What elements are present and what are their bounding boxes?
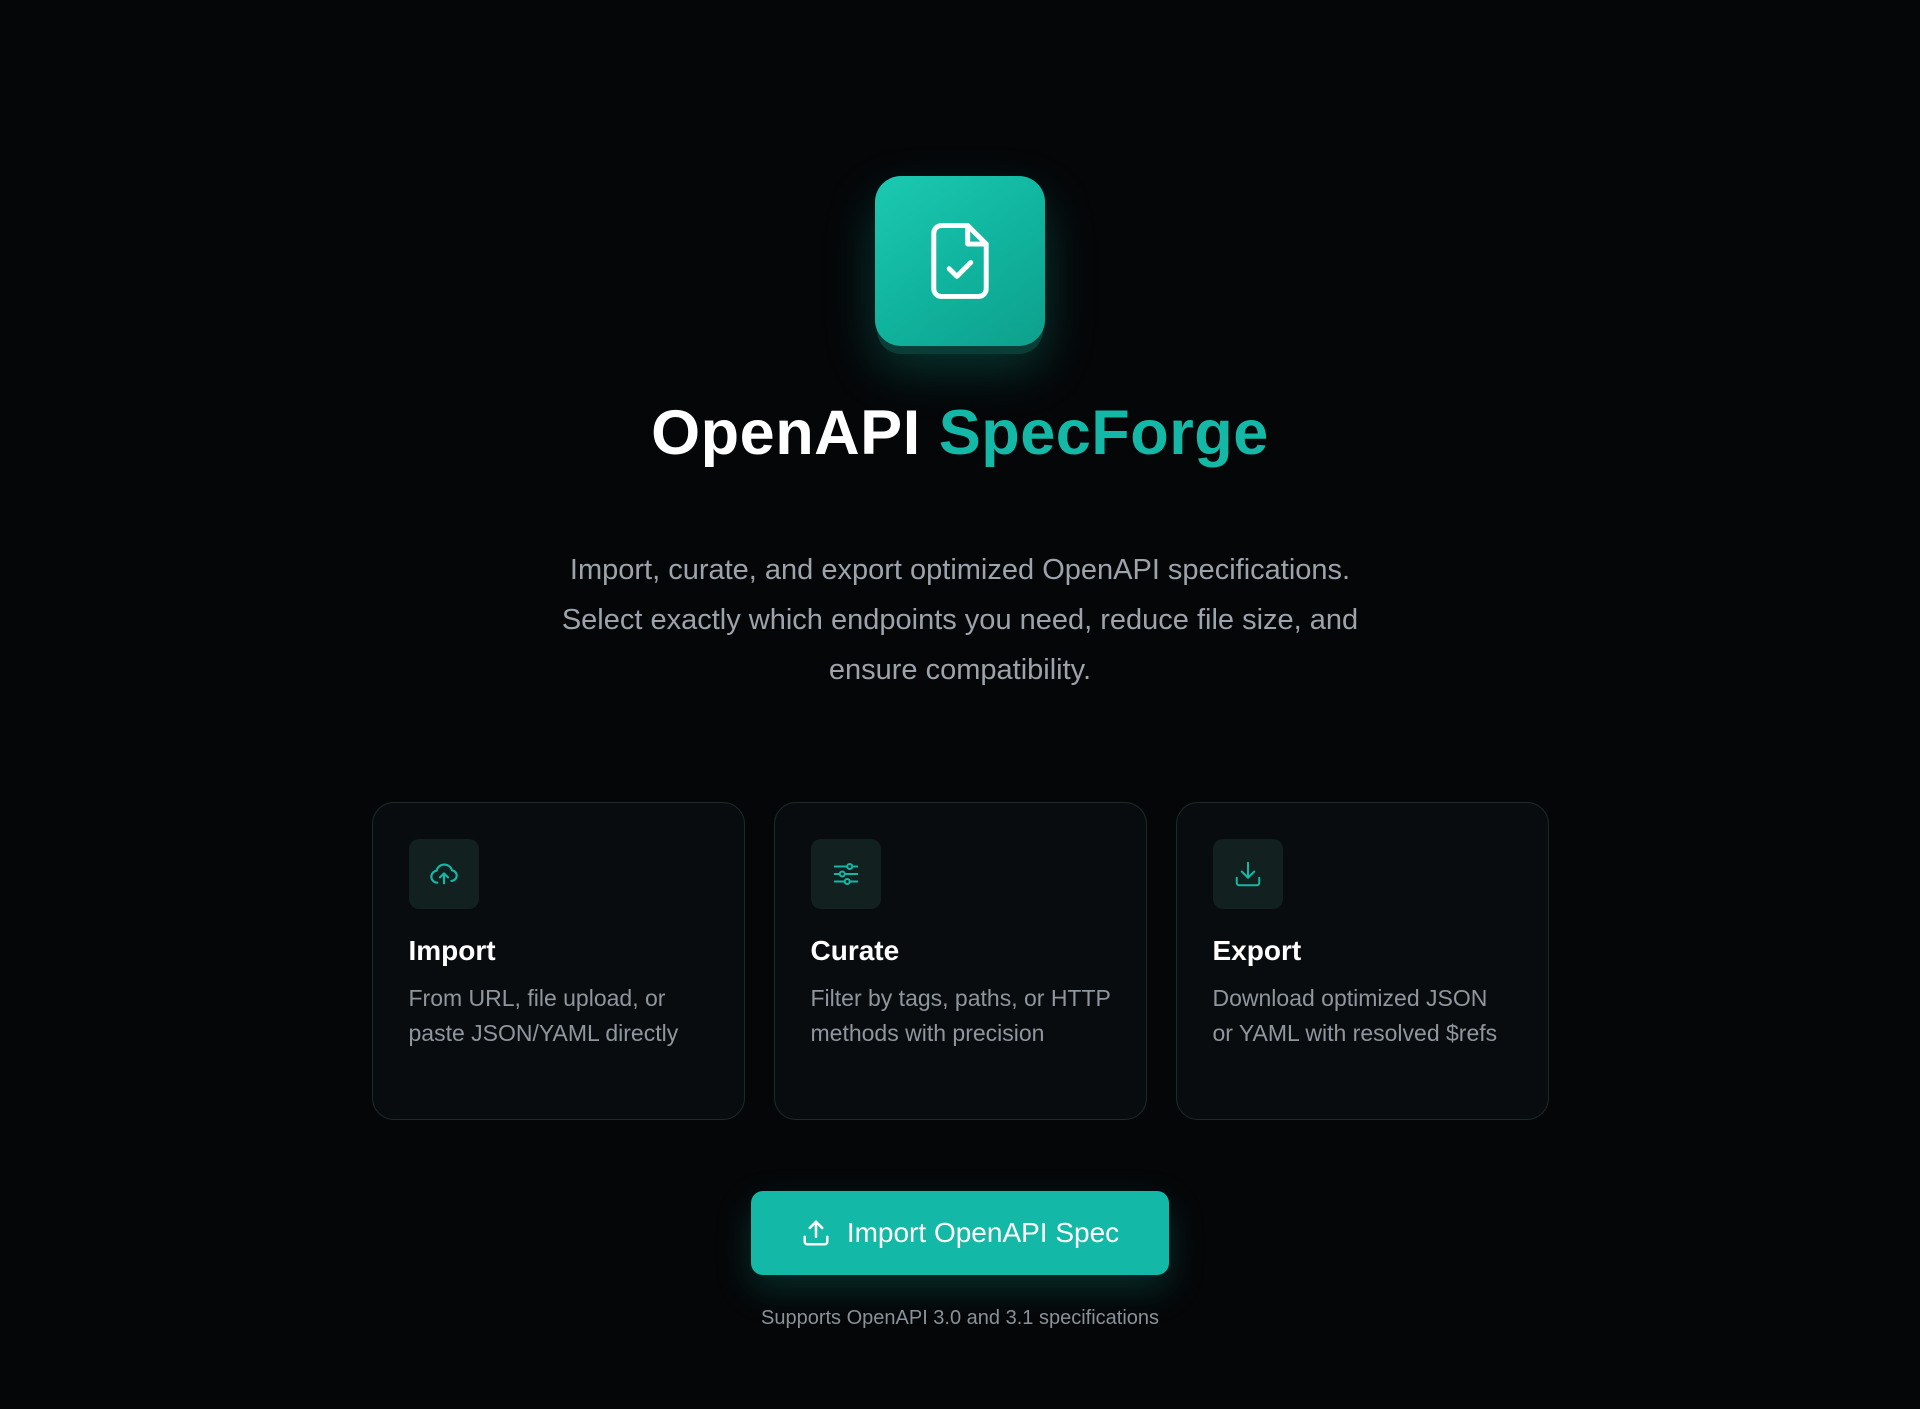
app-logo [875,176,1045,346]
feature-title: Import [408,935,496,967]
title-main: OpenAPI [651,398,921,468]
feature-title: Export [1212,935,1302,967]
title-accent: SpecForge [938,398,1269,468]
page-title: OpenAPI SpecForge [651,402,1269,465]
feature-title: Curate [810,935,900,967]
sliders-icon [810,839,881,910]
download-icon [1212,839,1283,910]
feature-description: From URL, file upload, or paste JSON/YAM… [408,985,679,1047]
feature-cards: Import From URL, file upload, or paste J… [371,802,1549,1121]
import-spec-button-label: Import OpenAPI Spec [846,1217,1120,1249]
file-check-icon [931,223,989,299]
page-subtitle: Import, curate, and export optimized Ope… [500,545,1420,695]
import-spec-button[interactable]: Import OpenAPI Spec [751,1191,1169,1276]
feature-description: Download optimized JSON or YAML with res… [1212,985,1498,1047]
feature-description: Filter by tags, paths, or HTTP methods w… [810,985,1111,1047]
subtitle-line: Select exactly which endpoints you need,… [561,604,1359,637]
cloud-upload-icon [408,839,479,910]
upload-icon [803,1220,829,1246]
feature-card-import: Import From URL, file upload, or paste J… [371,802,745,1121]
feature-card-curate: Curate Filter by tags, paths, or HTTP me… [773,802,1147,1121]
subtitle-line: Import, curate, and export optimized Ope… [569,554,1351,587]
subtitle-line: ensure compatibility. [828,654,1092,687]
feature-card-export: Export Download optimized JSON or YAML w… [1175,802,1549,1121]
landing-page: OpenAPI SpecForge Import, curate, and ex… [0,0,1920,1409]
supported-versions-note: Supports OpenAPI 3.0 and 3.1 specificati… [760,1307,1160,1330]
logo-tile [875,176,1045,346]
